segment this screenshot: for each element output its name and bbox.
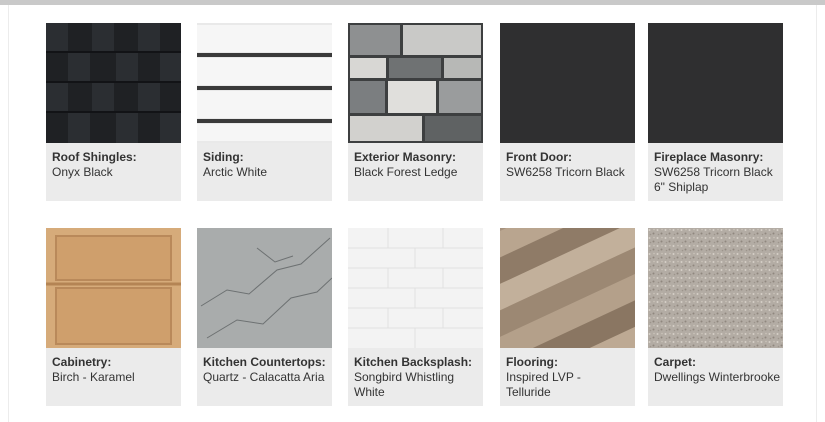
swatch-value: Black Forest Ledge — [354, 165, 458, 179]
swatch-value: Quartz - Calacatta Aria — [203, 370, 325, 384]
solid-color-icon — [500, 23, 635, 143]
swatch-label: Roof Shingles: Onyx Black — [52, 150, 179, 180]
swatch-title: Fireplace Masonry: — [654, 150, 764, 164]
swatch-value: Inspired LVP - Telluride — [506, 370, 581, 399]
carpet-texture-icon — [648, 228, 783, 348]
shaker-door-texture-icon — [46, 228, 181, 348]
shingle-texture-icon — [46, 23, 181, 143]
swatch-label: Fireplace Masonry: SW6258 Tricorn Black … — [654, 150, 781, 195]
swatch-label: Kitchen Backsplash: Songbird Whistling W… — [354, 355, 481, 400]
ledge-stone-texture-icon — [348, 23, 483, 143]
swatch-label: Siding: Arctic White — [203, 150, 330, 180]
swatch-title: Kitchen Countertops: — [203, 355, 326, 369]
swatch-title: Roof Shingles: — [52, 150, 137, 164]
swatch-label: Front Door: SW6258 Tricorn Black — [506, 150, 633, 180]
swatch-title: Carpet: — [654, 355, 697, 369]
swatch-label: Flooring: Inspired LVP - Telluride — [506, 355, 633, 400]
swatch-title: Exterior Masonry: — [354, 150, 457, 164]
swatch-card-exterior-masonry[interactable]: Exterior Masonry: Black Forest Ledge — [348, 23, 483, 201]
swatch-title: Cabinetry: — [52, 355, 112, 369]
swatch-title: Siding: — [203, 150, 244, 164]
marble-texture-icon — [197, 228, 332, 348]
swatch-card-flooring[interactable]: Flooring: Inspired LVP - Telluride — [500, 228, 635, 406]
swatch-value: SW6258 Tricorn Black 6" Shiplap — [654, 165, 773, 194]
swatch-card-front-door[interactable]: Front Door: SW6258 Tricorn Black — [500, 23, 635, 201]
swatch-card-roof-shingles[interactable]: Roof Shingles: Onyx Black — [46, 23, 181, 201]
swatch-title: Kitchen Backsplash: — [354, 355, 473, 369]
swatch-card-cabinetry[interactable]: Cabinetry: Birch - Karamel — [46, 228, 181, 406]
swatch-title: Flooring: — [506, 355, 558, 369]
solid-color-icon — [648, 23, 783, 143]
swatch-value: Arctic White — [203, 165, 268, 179]
swatch-label: Carpet: Dwellings Winterbrooke — [654, 355, 781, 385]
swatch-value: Dwellings Winterbrooke — [654, 370, 781, 384]
swatch-card-kitchen-backsplash[interactable]: Kitchen Backsplash: Songbird Whistling W… — [348, 228, 483, 406]
swatch-card-siding[interactable]: Siding: Arctic White — [197, 23, 332, 201]
swatch-label: Kitchen Countertops: Quartz - Calacatta … — [203, 355, 330, 385]
swatch-value: Songbird Whistling White — [354, 370, 455, 399]
lap-siding-texture-icon — [197, 23, 332, 143]
swatch-card-carpet[interactable]: Carpet: Dwellings Winterbrooke — [648, 228, 783, 406]
swatch-value: Onyx Black — [52, 165, 113, 179]
swatch-card-fireplace-masonry[interactable]: Fireplace Masonry: SW6258 Tricorn Black … — [648, 23, 783, 201]
swatch-value: Birch - Karamel — [52, 370, 135, 384]
swatch-title: Front Door: — [506, 150, 572, 164]
wood-plank-texture-icon — [500, 228, 635, 348]
subway-tile-texture-icon — [348, 228, 483, 348]
swatch-label: Cabinetry: Birch - Karamel — [52, 355, 179, 385]
swatch-card-kitchen-countertops[interactable]: Kitchen Countertops: Quartz - Calacatta … — [197, 228, 332, 406]
swatch-label: Exterior Masonry: Black Forest Ledge — [354, 150, 481, 180]
swatch-value: SW6258 Tricorn Black — [506, 165, 625, 179]
